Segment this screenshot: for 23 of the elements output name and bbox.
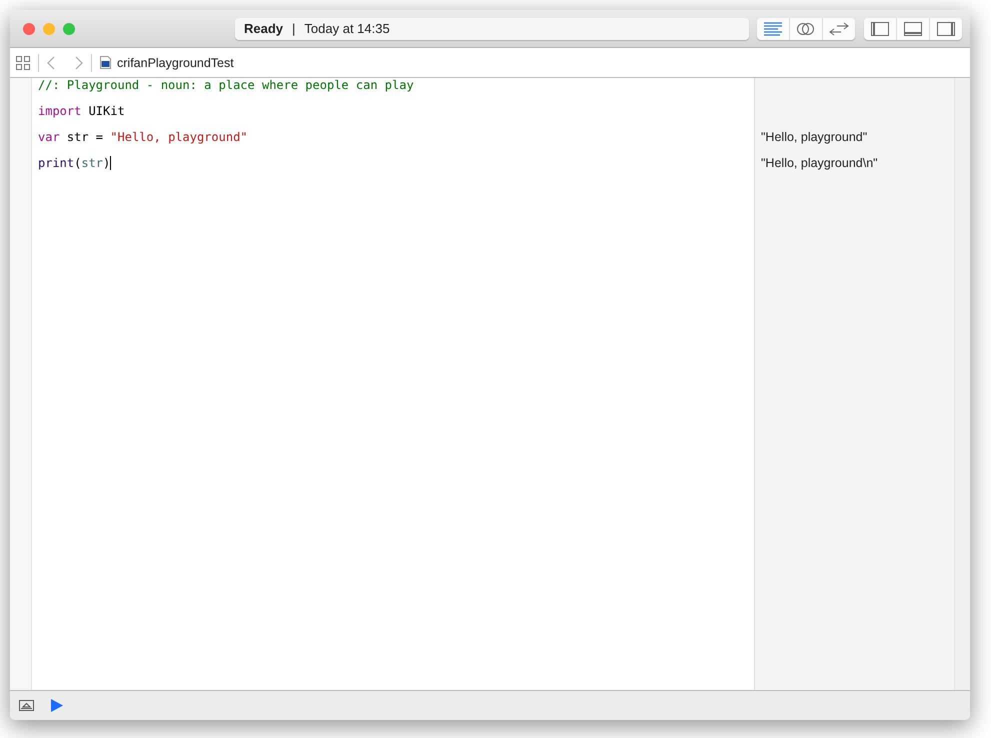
file-icon bbox=[100, 56, 111, 69]
debug-area-icon[interactable] bbox=[19, 700, 34, 711]
status-time: Today at 14:35 bbox=[304, 21, 390, 36]
forward-icon[interactable] bbox=[75, 56, 83, 70]
breadcrumb-item[interactable]: crifanPlaygroundTest bbox=[117, 56, 234, 70]
standard-editor-icon[interactable] bbox=[763, 20, 783, 36]
result-value[interactable]: "Hello, playground" bbox=[761, 130, 868, 144]
code-line: print(str) bbox=[38, 156, 112, 170]
play-icon[interactable] bbox=[51, 699, 63, 712]
code-line: var str = "Hello, playground" bbox=[38, 130, 248, 144]
code-line: import UIKit bbox=[38, 104, 125, 118]
right-panel-icon[interactable] bbox=[936, 20, 956, 36]
left-panel-icon[interactable] bbox=[870, 20, 890, 36]
grid-icon[interactable] bbox=[16, 56, 30, 70]
status-text: Ready bbox=[244, 21, 284, 36]
result-value[interactable]: "Hello, playground\n" bbox=[761, 156, 878, 170]
code-line: //: Playground - noun: a place where people can play bbox=[38, 78, 414, 92]
arrows-icon[interactable] bbox=[829, 20, 849, 36]
back-icon[interactable] bbox=[47, 56, 55, 70]
bottom-panel-icon[interactable] bbox=[903, 20, 923, 36]
close-button[interactable] bbox=[23, 22, 35, 34]
status-separator: | bbox=[292, 21, 296, 36]
overlapping-circles-icon[interactable] bbox=[796, 20, 816, 36]
